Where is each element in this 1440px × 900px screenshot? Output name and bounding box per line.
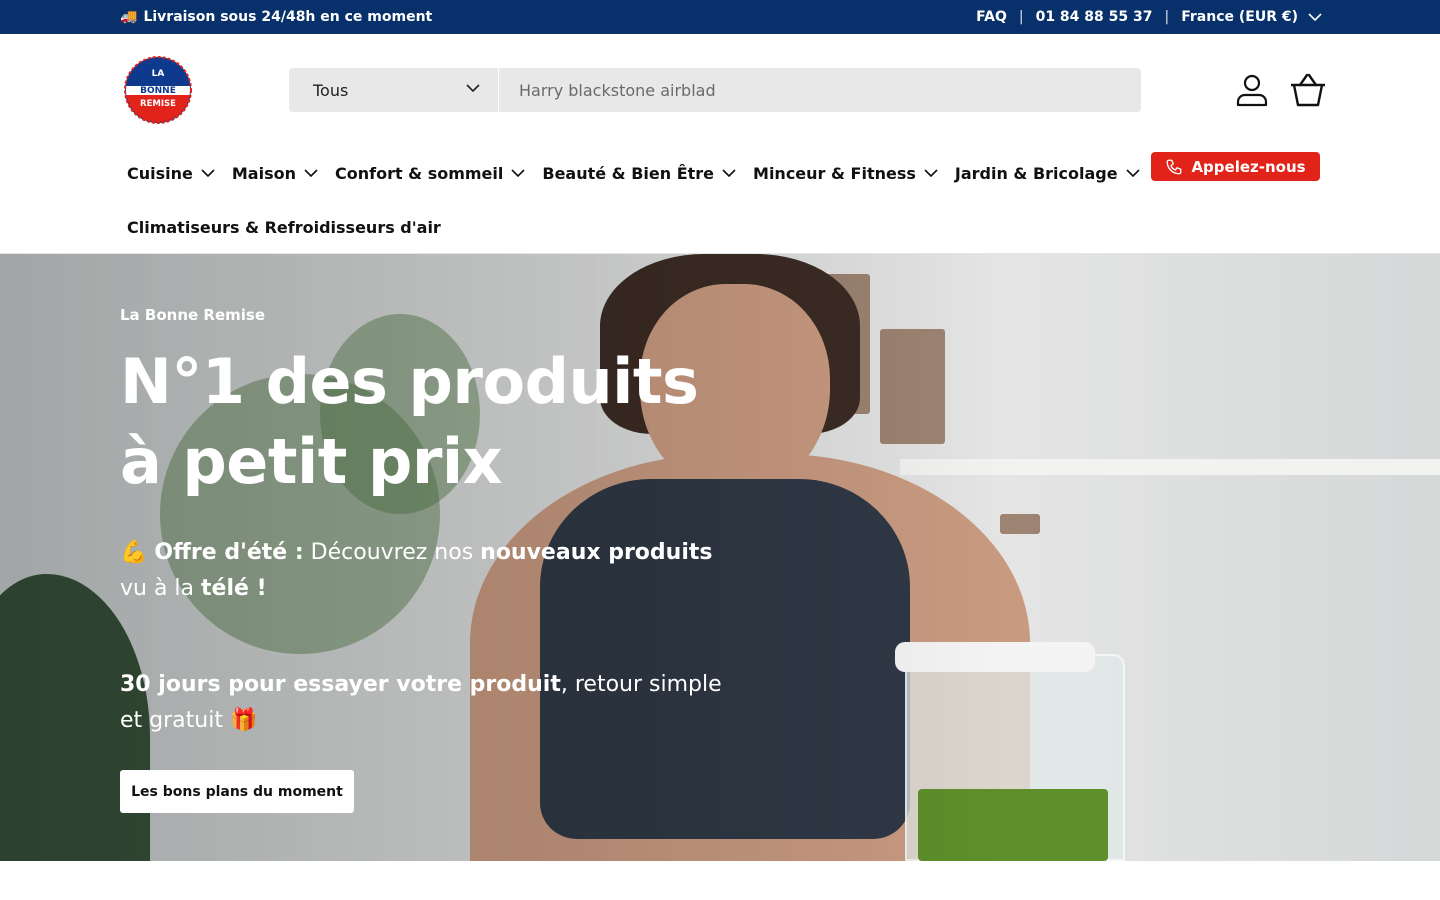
flexed-biceps-emoji-icon: 💪 <box>120 540 148 565</box>
offer-text: vu à la <box>120 576 202 601</box>
gift-emoji-icon: 🎁 <box>229 708 258 733</box>
nav-item-label: Confort & sommeil <box>334 163 504 183</box>
chevron-down-icon <box>304 169 318 177</box>
country-selector[interactable]: France (EUR €) <box>1181 9 1322 25</box>
main-nav: Cuisine Maison Confort & sommeil Beauté … <box>127 158 1157 188</box>
hero-trial-text: 30 jours pour essayer votre produit, ret… <box>120 667 730 739</box>
nav-item-climatiseurs[interactable]: Climatiseurs & Refroidisseurs d'air <box>127 214 441 240</box>
nav-item-minceur-fitness[interactable]: Minceur & Fitness <box>753 164 938 183</box>
phone-icon <box>1167 159 1182 174</box>
chevron-down-icon <box>511 169 525 177</box>
chevron-down-icon <box>466 84 480 93</box>
nav-item-label: Beauté & Bien Être <box>542 163 715 183</box>
hero-banner: La Bonne Remise N°1 des produits à petit… <box>0 254 1440 861</box>
nav-item-label: Jardin & Bricolage <box>954 163 1118 183</box>
offer-bold-products: nouveaux produits <box>480 540 713 565</box>
account-icon[interactable] <box>1234 72 1270 108</box>
hero-eyebrow: La Bonne Remise <box>120 306 265 324</box>
offer-bold-tele: télé ! <box>201 576 267 601</box>
chevron-down-icon <box>1308 13 1322 21</box>
delivery-truck-icon: 🚚 <box>120 9 138 25</box>
nav-item-cuisine[interactable]: Cuisine <box>127 164 215 183</box>
chevron-down-icon <box>924 169 938 177</box>
nav-item-jardin-bricolage[interactable]: Jardin & Bricolage <box>955 164 1140 183</box>
nav-item-confort-sommeil[interactable]: Confort & sommeil <box>335 164 525 183</box>
call-us-button[interactable]: Appelez-nous <box>1151 152 1320 181</box>
site-logo[interactable]: LA BONNE REMISE <box>124 56 192 124</box>
nav-item-label: Cuisine <box>127 163 193 183</box>
separator: | <box>1164 9 1170 25</box>
category-select-value: Tous <box>313 80 349 100</box>
chevron-down-icon <box>722 169 736 177</box>
country-label: France (EUR €) <box>1181 9 1298 25</box>
chevron-down-icon <box>201 169 215 177</box>
faq-link[interactable]: FAQ <box>976 9 1007 25</box>
announcement: 🚚 Livraison sous 24/48h en ce moment <box>120 0 432 34</box>
nav-item-beaute-bien-etre[interactable]: Beauté & Bien Être <box>542 164 736 183</box>
nav-item-maison[interactable]: Maison <box>232 164 318 183</box>
search-input[interactable] <box>499 68 1141 112</box>
separator: | <box>1018 9 1024 25</box>
call-us-label: Appelez-nous <box>1191 157 1306 176</box>
trial-bold: 30 jours pour essayer votre produit <box>120 672 561 697</box>
svg-text:BONNE: BONNE <box>140 86 176 96</box>
logo-badge-icon: LA BONNE REMISE <box>124 56 192 124</box>
hero-cta-button[interactable]: Les bons plans du moment <box>120 770 354 813</box>
announcement-text: Livraison sous 24/48h en ce moment <box>143 9 433 25</box>
svg-text:LA: LA <box>152 69 165 79</box>
announcement-bar: 🚚 Livraison sous 24/48h en ce moment FAQ… <box>0 0 1440 34</box>
cart-icon[interactable] <box>1289 72 1327 108</box>
nav-item-label: Maison <box>231 163 296 183</box>
phone-link[interactable]: 01 84 88 55 37 <box>1036 9 1153 25</box>
chevron-down-icon <box>1126 169 1140 177</box>
nav-item-label: Minceur & Fitness <box>753 163 916 183</box>
hero-title: N°1 des produits à petit prix <box>120 345 699 498</box>
offer-bold-label: Offre d'été : <box>154 540 304 565</box>
offer-text: Découvrez nos <box>303 540 481 565</box>
hero-offer-text: 💪 Offre d'été : Découvrez nos nouveaux p… <box>120 535 730 607</box>
topbar-links: FAQ | 01 84 88 55 37 | France (EUR €) <box>976 0 1322 34</box>
category-select[interactable]: Tous <box>289 68 498 112</box>
svg-text:REMISE: REMISE <box>140 99 176 109</box>
